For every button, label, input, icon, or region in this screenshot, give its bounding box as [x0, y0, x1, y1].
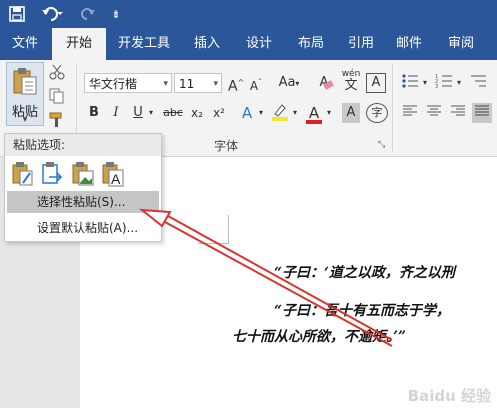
baidu-watermark: Baidu 经验	[407, 387, 491, 405]
annotation-arrow	[138, 208, 393, 347]
